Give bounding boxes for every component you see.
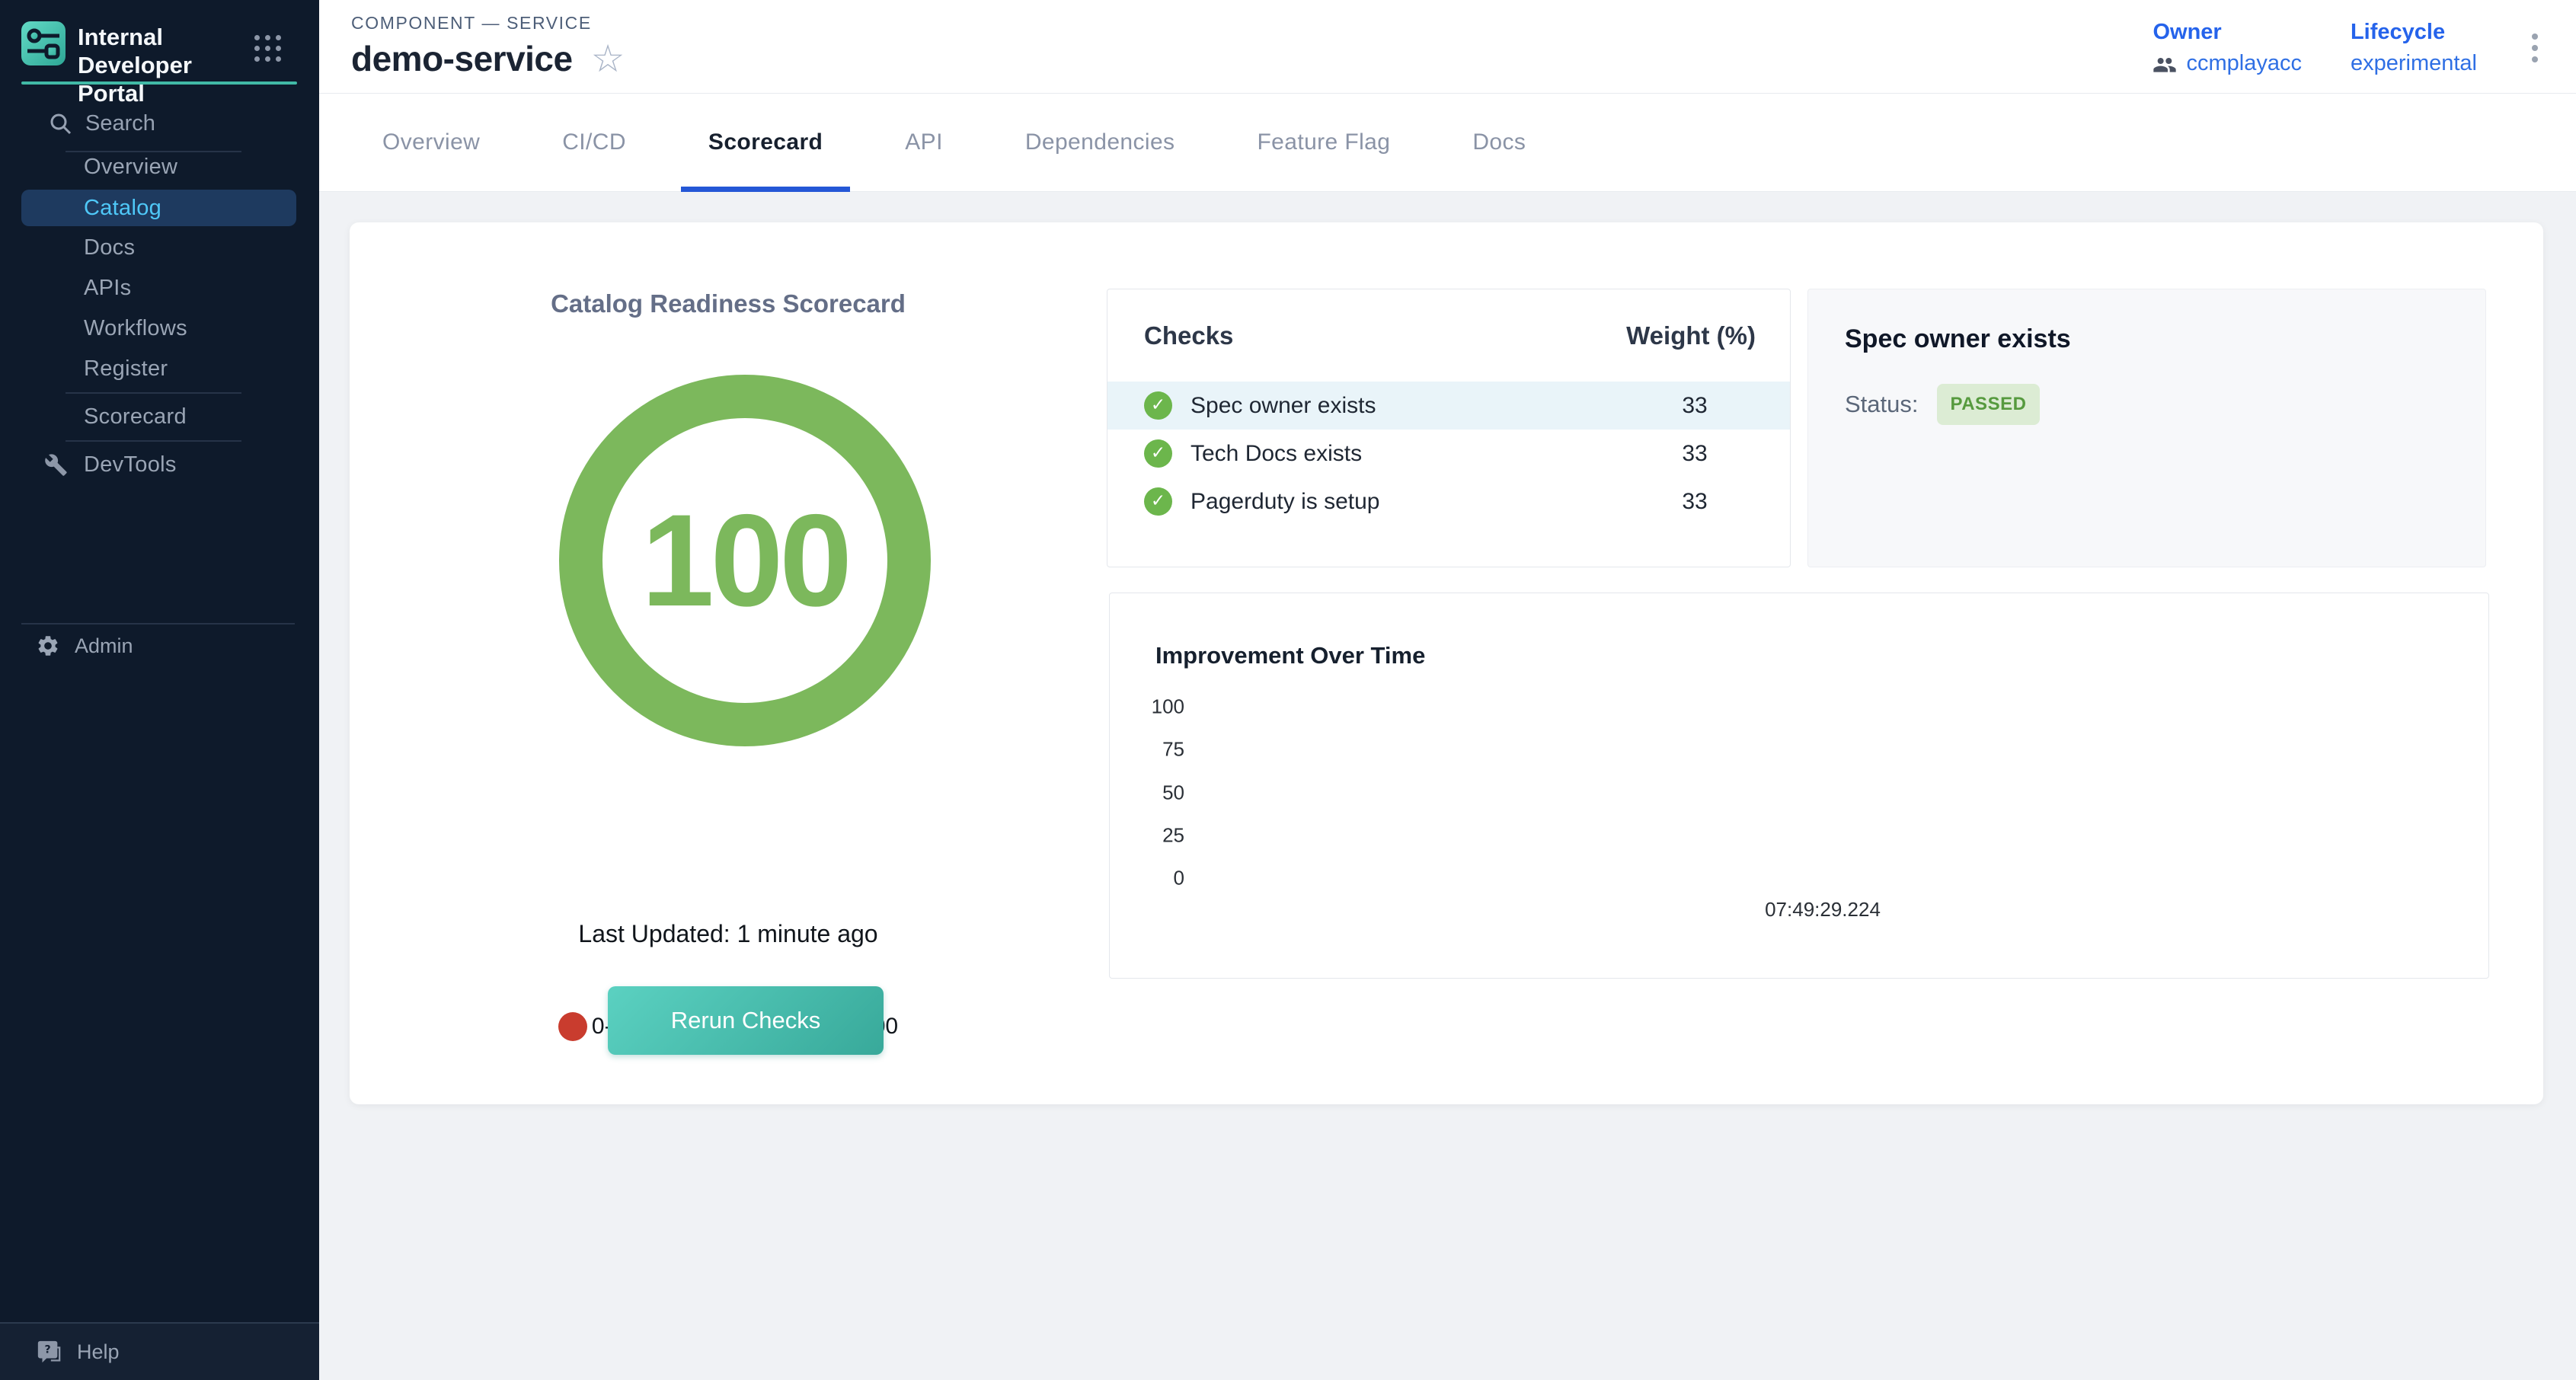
owner-link[interactable]: ccmplayacc <box>2153 51 2302 76</box>
weight-header-label: Weight (%) <box>1626 321 1756 350</box>
wrench-icon <box>44 453 68 477</box>
apps-grid-icon[interactable] <box>254 35 281 62</box>
tab-cicd[interactable]: CI/CD <box>535 94 654 191</box>
content-area: Catalog Readiness Scorecard 100 0-49 <box>319 192 2576 1380</box>
lifecycle-block: Lifecycle experimental <box>2351 20 2477 76</box>
sidebar-divider <box>21 623 295 625</box>
sidebar-item-scorecard[interactable]: Scorecard <box>0 397 319 437</box>
checks-header-label: Checks <box>1144 321 1233 350</box>
sidebar: Internal Developer Portal Search Overvie… <box>0 0 319 1380</box>
scorecard-panel: Catalog Readiness Scorecard 100 0-49 <box>350 222 2543 1104</box>
check-row-spec-owner[interactable]: ✓ Spec owner exists 33 <box>1107 382 1790 430</box>
portal-title: Internal Developer Portal <box>78 23 245 107</box>
search-icon <box>48 111 72 136</box>
score-gauge: 100 <box>559 375 931 746</box>
lifecycle-label: Lifecycle <box>2351 20 2477 45</box>
app-root: Internal Developer Portal Search Overvie… <box>0 0 2576 1380</box>
owner-label: Owner <box>2153 20 2302 45</box>
rerun-checks-button[interactable]: Rerun Checks <box>608 986 884 1055</box>
check-passed-icon: ✓ <box>1144 439 1172 468</box>
tab-feature-flag[interactable]: Feature Flag <box>1229 94 1417 191</box>
sidebar-item-devtools[interactable]: DevTools <box>0 445 319 485</box>
lifecycle-value[interactable]: experimental <box>2351 51 2477 76</box>
title-row: demo-service ☆ <box>351 38 625 79</box>
svg-text:?: ? <box>44 1343 50 1356</box>
check-detail-panel: Spec owner exists Status: PASSED <box>1807 289 2486 567</box>
header-meta: Owner ccmplayacc Lifecycle experimental <box>2153 20 2544 76</box>
main-area: COMPONENT — SERVICE demo-service ☆ Owner… <box>319 0 2576 1380</box>
chart-x-tick: 07:49:29.224 <box>1765 898 1881 922</box>
sidebar-item-apis[interactable]: APIs <box>0 268 319 308</box>
kebab-menu-icon[interactable] <box>2526 26 2544 70</box>
sidebar-divider <box>66 440 241 442</box>
gauge-section: Catalog Readiness Scorecard 100 0-49 <box>350 222 1107 1104</box>
sidebar-item-docs[interactable]: Docs <box>0 228 319 268</box>
gear-icon <box>36 634 60 658</box>
last-updated-text: Last Updated: 1 minute ago <box>350 920 1107 948</box>
check-passed-icon: ✓ <box>1144 487 1172 516</box>
page-title: demo-service <box>351 38 573 79</box>
check-row-tech-docs[interactable]: ✓ Tech Docs exists 33 <box>1107 430 1790 478</box>
sidebar-item-overview[interactable]: Overview <box>0 147 319 187</box>
owner-block: Owner ccmplayacc <box>2153 20 2302 76</box>
improvement-chart: Improvement Over Time 100 75 50 25 0 07:… <box>1109 593 2489 979</box>
checks-table-header: Checks Weight (%) <box>1107 289 1790 382</box>
chart-title: Improvement Over Time <box>1155 642 1425 669</box>
tab-overview[interactable]: Overview <box>355 94 507 191</box>
sidebar-item-admin[interactable]: Admin <box>0 626 319 666</box>
page-header: COMPONENT — SERVICE demo-service ☆ Owner… <box>319 0 2576 94</box>
sidebar-search[interactable]: Search <box>0 107 319 140</box>
help-chat-icon: ? <box>36 1339 62 1365</box>
sidebar-nav: Overview Catalog Docs APIs Workflows Reg… <box>0 147 319 485</box>
legend-red-dot <box>558 1012 587 1041</box>
users-icon <box>2153 54 2177 74</box>
breadcrumb: COMPONENT — SERVICE <box>351 13 592 34</box>
tab-api[interactable]: API <box>877 94 970 191</box>
search-label: Search <box>85 111 155 136</box>
sidebar-item-catalog[interactable]: Catalog <box>21 190 296 226</box>
tab-bar: Overview CI/CD Scorecard API Dependencie… <box>319 94 2576 192</box>
check-passed-icon: ✓ <box>1144 391 1172 420</box>
sidebar-help[interactable]: ? Help <box>0 1322 319 1380</box>
sidebar-item-workflows[interactable]: Workflows <box>0 308 319 349</box>
chart-y-axis: 100 75 50 25 0 <box>1110 593 1184 978</box>
check-row-pagerduty[interactable]: ✓ Pagerduty is setup 33 <box>1107 478 1790 525</box>
tab-docs[interactable]: Docs <box>1445 94 1553 191</box>
checks-card: Checks Weight (%) ✓ Spec owner exists 33… <box>1107 289 1791 567</box>
score-value: 100 <box>641 485 849 636</box>
sidebar-divider <box>66 392 241 394</box>
status-label: Status: <box>1845 391 1919 418</box>
gauge-heading: Catalog Readiness Scorecard <box>350 289 1107 318</box>
favorite-star-icon[interactable]: ☆ <box>591 40 625 78</box>
sidebar-accent-divider <box>21 81 297 85</box>
sidebar-logo-row: Internal Developer Portal <box>21 21 298 67</box>
tab-dependencies[interactable]: Dependencies <box>998 94 1203 191</box>
status-badge: PASSED <box>1937 384 2041 425</box>
tab-scorecard[interactable]: Scorecard <box>681 94 850 191</box>
status-row: Status: PASSED <box>1845 384 2040 425</box>
portal-logo-icon <box>21 21 66 65</box>
check-detail-title: Spec owner exists <box>1845 324 2071 354</box>
sidebar-item-register[interactable]: Register <box>0 349 319 389</box>
